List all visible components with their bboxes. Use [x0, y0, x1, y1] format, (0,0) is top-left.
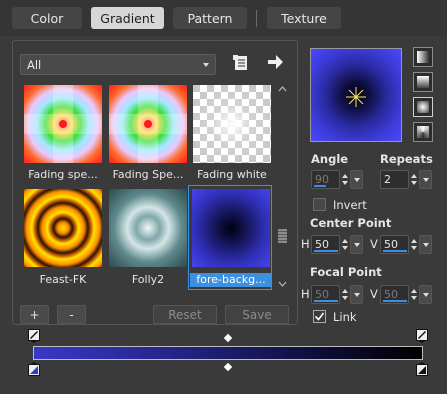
gradient-bar[interactable]: [33, 346, 423, 360]
linear-gradient-icon: [417, 51, 429, 63]
color-stop-start[interactable]: [28, 362, 40, 376]
sunburst-style-button[interactable]: [413, 122, 433, 142]
step-up-icon: [411, 289, 417, 293]
focal-v-level-bar: [383, 300, 407, 302]
remove-gradient-button[interactable]: -: [57, 305, 86, 324]
check-icon: [314, 312, 325, 321]
opacity-stop-start[interactable]: [28, 329, 40, 343]
center-point-label: Center Point: [310, 216, 392, 230]
step-down-icon: [411, 296, 417, 300]
focal-point-label: Focal Point: [310, 265, 382, 279]
tab-gradient[interactable]: Gradient: [91, 7, 164, 29]
focal-h-dropdown[interactable]: [350, 285, 363, 304]
save-button[interactable]: Save: [225, 305, 289, 324]
opacity-stop-end[interactable]: [416, 329, 428, 343]
step-down-icon: [411, 181, 417, 185]
focal-h-label: H: [301, 287, 310, 301]
angle-dropdown[interactable]: [350, 170, 363, 189]
gradient-label: Folly2: [131, 273, 165, 286]
linear-style-button[interactable]: [413, 47, 433, 67]
step-down-icon: [411, 246, 417, 250]
center-v-dropdown[interactable]: [419, 235, 432, 254]
tab-color-label: Color: [30, 10, 64, 26]
center-h-field[interactable]: 50: [311, 235, 340, 254]
tab-gradient-label: Gradient: [100, 10, 155, 26]
angle-field[interactable]: 90: [311, 170, 340, 189]
sunburst-gradient-icon: [417, 126, 429, 138]
scrollbar-thumb[interactable]: [278, 229, 287, 243]
category-select-value: All: [27, 57, 42, 72]
focal-h-level-bar: [314, 300, 338, 302]
gradient-label: Fading white: [197, 168, 267, 181]
tab-bar: Color Gradient Pattern Texture: [0, 0, 447, 36]
gradient-label-selected: fore-backg...: [190, 273, 272, 287]
invert-label: Invert: [333, 198, 367, 212]
focal-h-stepper[interactable]: [341, 285, 349, 304]
gradient-preview: [310, 48, 402, 142]
center-h-stepper[interactable]: [341, 235, 349, 254]
gradient-thumb-fading-spectrum-1[interactable]: [24, 85, 102, 163]
scroll-down-icon[interactable]: [277, 280, 288, 289]
step-down-icon: [342, 296, 348, 300]
focal-v-stepper[interactable]: [410, 285, 418, 304]
opacity-midpoint-marker[interactable]: [223, 333, 233, 343]
center-v-field[interactable]: 50: [380, 235, 409, 254]
center-h-dropdown[interactable]: [350, 235, 363, 254]
radial-style-button[interactable]: [413, 97, 433, 117]
step-down-icon: [342, 181, 348, 185]
gradient-label: Feast-FK: [39, 273, 87, 286]
gradient-thumb-feast-fk[interactable]: [24, 189, 102, 267]
center-v-level-bar: [383, 250, 407, 252]
category-select[interactable]: All: [20, 54, 216, 75]
tab-pattern-label: Pattern: [187, 10, 233, 26]
angle-level-bar: [314, 185, 326, 187]
angle-stepper[interactable]: [341, 170, 349, 189]
step-up-icon: [411, 239, 417, 243]
radial-gradient-icon: [417, 101, 429, 113]
arrow-right-icon[interactable]: [268, 55, 284, 69]
step-up-icon: [411, 174, 417, 178]
color-midpoint-marker[interactable]: [223, 362, 233, 372]
repeats-value: 2: [384, 173, 391, 186]
invert-checkbox[interactable]: [313, 198, 326, 211]
reset-button[interactable]: Reset: [153, 305, 217, 324]
tab-texture-label: Texture: [281, 10, 327, 26]
center-h-level-bar: [314, 250, 338, 252]
center-point-icon[interactable]: [344, 85, 368, 109]
focal-v-dropdown[interactable]: [419, 285, 432, 304]
focal-v-field[interactable]: 50: [380, 285, 409, 304]
scroll-up-icon[interactable]: [277, 84, 288, 93]
add-gradient-button[interactable]: +: [20, 305, 49, 324]
repeats-dropdown[interactable]: [419, 170, 432, 189]
link-label: Link: [333, 310, 357, 324]
tab-divider: [256, 10, 257, 27]
step-up-icon: [342, 239, 348, 243]
gradient-thumb-folly2[interactable]: [109, 189, 187, 267]
gradient-label: Fading Spe...: [112, 168, 184, 181]
rectangular-style-button[interactable]: [413, 72, 433, 92]
gradient-thumb-fading-spectrum-2[interactable]: [109, 85, 187, 163]
chevron-down-icon: [203, 63, 209, 67]
tab-pattern[interactable]: Pattern: [173, 7, 247, 29]
step-up-icon: [342, 174, 348, 178]
link-checkbox[interactable]: [313, 310, 326, 323]
focal-h-field[interactable]: 50: [311, 285, 340, 304]
repeats-label: Repeats: [380, 152, 433, 166]
step-up-icon: [342, 289, 348, 293]
gradient-thumb-fading-white[interactable]: [193, 85, 271, 163]
rectangular-gradient-icon: [417, 76, 429, 88]
center-v-label: V: [370, 237, 378, 251]
focal-v-label: V: [370, 287, 378, 301]
step-down-icon: [342, 246, 348, 250]
repeats-field[interactable]: 2: [380, 170, 409, 189]
angle-label: Angle: [311, 152, 349, 166]
center-v-stepper[interactable]: [410, 235, 418, 254]
library-options-icon[interactable]: [233, 55, 249, 71]
tab-color[interactable]: Color: [12, 7, 82, 29]
gradient-label: Fading spe...: [28, 168, 98, 181]
repeats-stepper[interactable]: [410, 170, 418, 189]
center-h-label: H: [301, 237, 310, 251]
tab-texture[interactable]: Texture: [267, 7, 341, 29]
color-stop-end[interactable]: [416, 362, 428, 376]
